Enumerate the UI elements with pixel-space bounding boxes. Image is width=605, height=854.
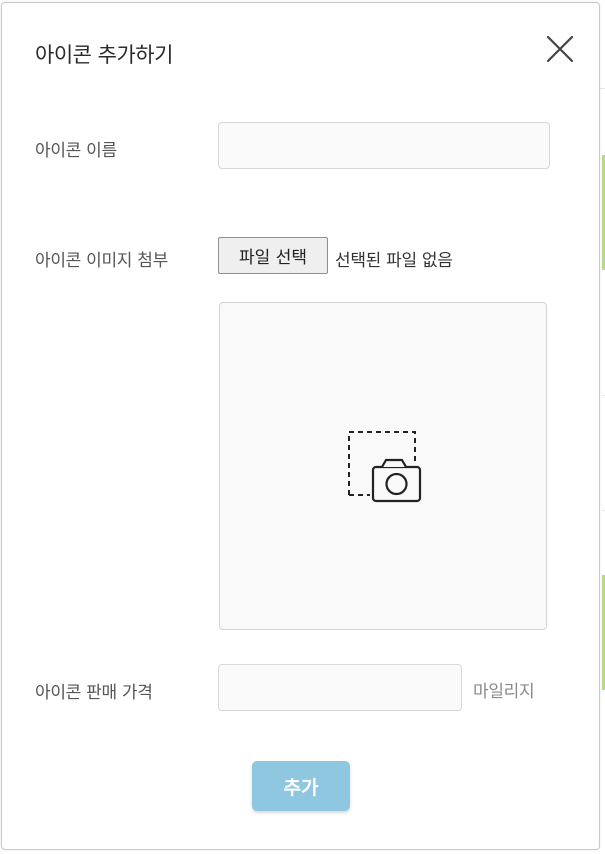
- image-preview-box[interactable]: [219, 302, 547, 630]
- modal-title: 아이콘 추가하기: [35, 43, 173, 67]
- file-status-text: 선택된 파일 없음: [335, 251, 453, 271]
- close-button[interactable]: [544, 33, 576, 65]
- icon-price-input[interactable]: [218, 664, 462, 711]
- price-unit-text: 마일리지: [473, 682, 535, 702]
- background-divider: [600, 88, 605, 89]
- icon-name-input[interactable]: [218, 122, 550, 169]
- add-button[interactable]: 추가: [252, 761, 350, 811]
- add-icon-modal: 아이콘 추가하기 아이콘 이름 아이콘 이미지 첨부 파일 선택 선택된 파일 …: [1, 2, 600, 850]
- choose-file-button[interactable]: 파일 선택: [218, 237, 328, 274]
- icon-image-label: 아이콘 이미지 첨부: [35, 251, 168, 271]
- icon-price-label: 아이콘 판매 가격: [35, 683, 153, 703]
- page: 아이콘 추가하기 아이콘 이름 아이콘 이미지 첨부 파일 선택 선택된 파일 …: [0, 0, 605, 854]
- icon-name-label: 아이콘 이름: [35, 141, 117, 161]
- close-icon: [546, 35, 574, 63]
- camera-icon: [348, 431, 422, 503]
